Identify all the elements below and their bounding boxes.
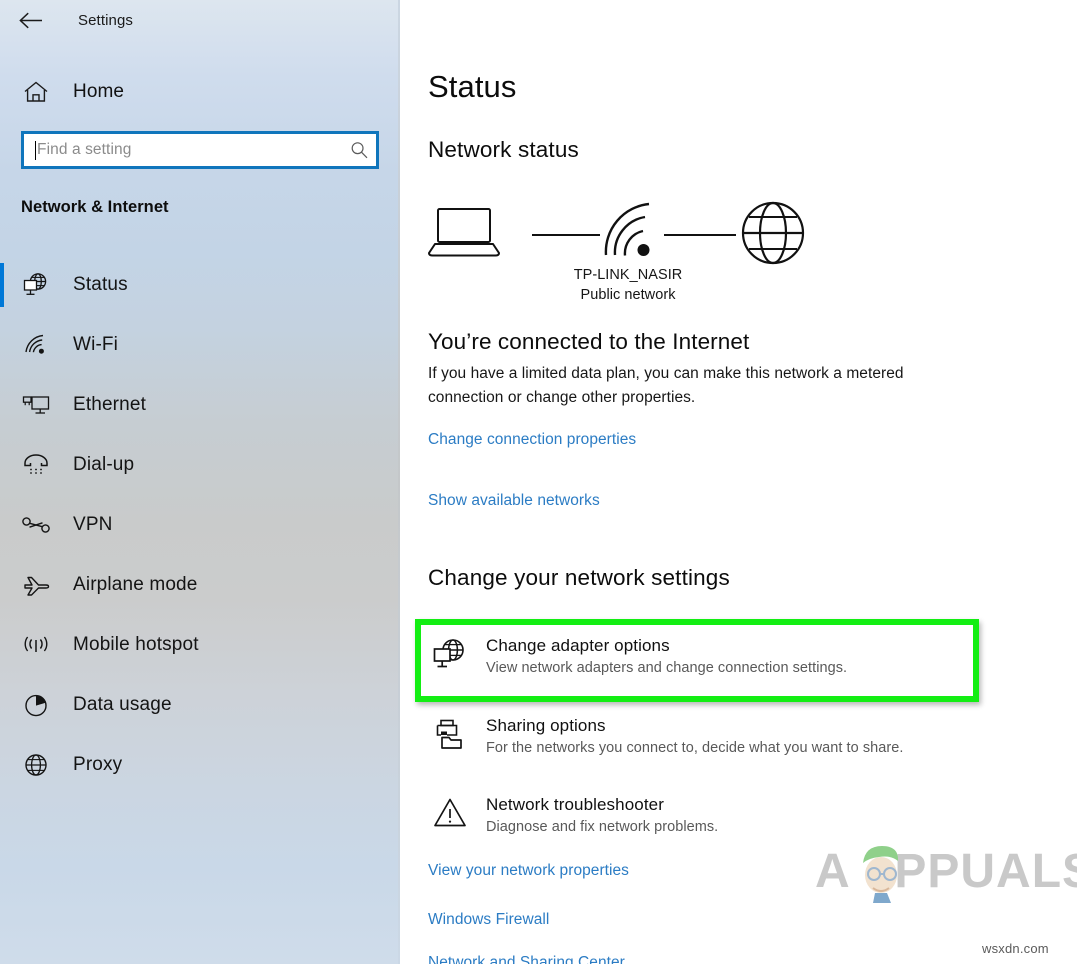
back-arrow-icon	[19, 12, 43, 29]
wsxdn-watermark: wsxdn.com	[982, 941, 1049, 956]
search-input[interactable]: Find a setting	[21, 131, 379, 169]
title-bar: Settings	[0, 0, 400, 40]
printer-folder-share-icon	[428, 716, 472, 750]
setting-change-adapter-options[interactable]: Change adapter options View network adap…	[428, 636, 847, 676]
sidebar-item-data-usage[interactable]: Data usage	[0, 675, 400, 735]
sidebar-item-vpn[interactable]: VPN	[0, 495, 400, 555]
page-title: Status	[428, 69, 517, 104]
setting-title: Sharing options	[486, 716, 606, 735]
setting-subtitle: View network adapters and change connect…	[486, 660, 848, 676]
link-windows-firewall[interactable]: Windows Firewall	[428, 911, 549, 929]
wifi-icon	[600, 202, 662, 265]
link-show-available-networks[interactable]: Show available networks	[428, 492, 600, 510]
sidebar-section-title: Network & Internet	[21, 198, 169, 216]
sidebar-item-dial-up[interactable]: Dial-up	[0, 435, 400, 495]
setting-network-troubleshooter[interactable]: Network troubleshooter Diagnose and fix …	[428, 795, 718, 835]
network-type: Public network	[580, 287, 676, 303]
change-network-settings-heading: Change your network settings	[428, 565, 730, 590]
sidebar-item-airplane-mode[interactable]: Airplane mode	[0, 555, 400, 615]
sidebar-item-status-label: Status	[73, 274, 128, 295]
main-content: Status Network status TP-LINK_NASIR Publ…	[400, 0, 1077, 964]
sidebar-item-wi-fi[interactable]: Wi-Fi	[0, 315, 400, 375]
sidebar-item-ethernet-label: Ethernet	[73, 394, 147, 415]
home-icon	[14, 80, 58, 104]
setting-title: Network troubleshooter	[486, 795, 664, 814]
ethernet-icon	[14, 393, 58, 417]
sidebar-item-proxy[interactable]: Proxy	[0, 735, 400, 795]
selection-indicator	[0, 263, 4, 307]
vpn-key-icon	[14, 515, 58, 535]
setting-sharing-options[interactable]: Sharing options For the networks you con…	[428, 716, 903, 756]
diagram-connector-right	[664, 234, 736, 236]
link-change-connection-properties[interactable]: Change connection properties	[428, 431, 636, 449]
globe-icon	[14, 752, 58, 778]
sidebar: Settings Home Find a setting Network & I…	[0, 0, 400, 964]
sidebar-item-home-label: Home	[73, 81, 125, 102]
link-network-and-sharing-center[interactable]: Network and Sharing Center	[428, 954, 625, 964]
settings-window: Settings Home Find a setting Network & I…	[0, 0, 1077, 964]
globe-monitor-icon	[14, 272, 58, 298]
connection-status-title: You’re connected to the Internet	[428, 329, 750, 354]
back-button[interactable]	[8, 3, 54, 37]
diagram-connector-left	[532, 234, 600, 236]
sidebar-item-vpn-label: VPN	[73, 514, 113, 535]
dialup-phone-icon	[14, 454, 58, 476]
text-caret	[35, 140, 36, 160]
airplane-icon	[14, 573, 58, 597]
search-placeholder: Find a setting	[37, 141, 132, 158]
sidebar-item-data-usage-label: Data usage	[73, 694, 172, 715]
sidebar-nav: Status Wi-Fi Ethernet Dial-up VPN Airpla…	[0, 255, 400, 795]
sidebar-item-home[interactable]: Home	[0, 72, 400, 112]
sidebar-item-status[interactable]: Status	[0, 255, 400, 315]
search-icon[interactable]	[342, 140, 376, 160]
sidebar-item-mobile-hotspot-label: Mobile hotspot	[73, 634, 199, 655]
sidebar-item-airplane-mode-label: Airplane mode	[73, 574, 198, 595]
network-diagram	[428, 198, 828, 274]
setting-subtitle: For the networks you connect to, decide …	[486, 740, 904, 756]
link-view-your-network-properties[interactable]: View your network properties	[428, 862, 629, 880]
sidebar-item-wi-fi-label: Wi-Fi	[73, 334, 119, 355]
app-title: Settings	[78, 11, 133, 29]
setting-texts: Sharing options For the networks you con…	[486, 716, 903, 756]
network-ssid: TP-LINK_NASIR	[573, 267, 683, 283]
setting-title: Change adapter options	[486, 636, 670, 655]
setting-subtitle: Diagnose and fix network problems.	[486, 819, 719, 835]
sidebar-item-proxy-label: Proxy	[73, 754, 123, 775]
connection-status-description: If you have a limited data plan, you can…	[428, 365, 904, 406]
sidebar-item-dial-up-label: Dial-up	[73, 454, 135, 475]
warning-triangle-icon	[428, 795, 472, 828]
sidebar-item-ethernet[interactable]: Ethernet	[0, 375, 400, 435]
network-adapter-icon	[428, 636, 472, 672]
pie-chart-icon	[14, 692, 58, 718]
wifi-icon	[14, 334, 58, 356]
hotspot-icon	[14, 634, 58, 656]
globe-icon	[740, 200, 806, 271]
setting-texts: Network troubleshooter Diagnose and fix …	[486, 795, 718, 835]
network-status-heading: Network status	[428, 137, 579, 162]
laptop-icon	[428, 206, 500, 263]
sidebar-item-mobile-hotspot[interactable]: Mobile hotspot	[0, 615, 400, 675]
setting-texts: Change adapter options View network adap…	[486, 636, 847, 676]
